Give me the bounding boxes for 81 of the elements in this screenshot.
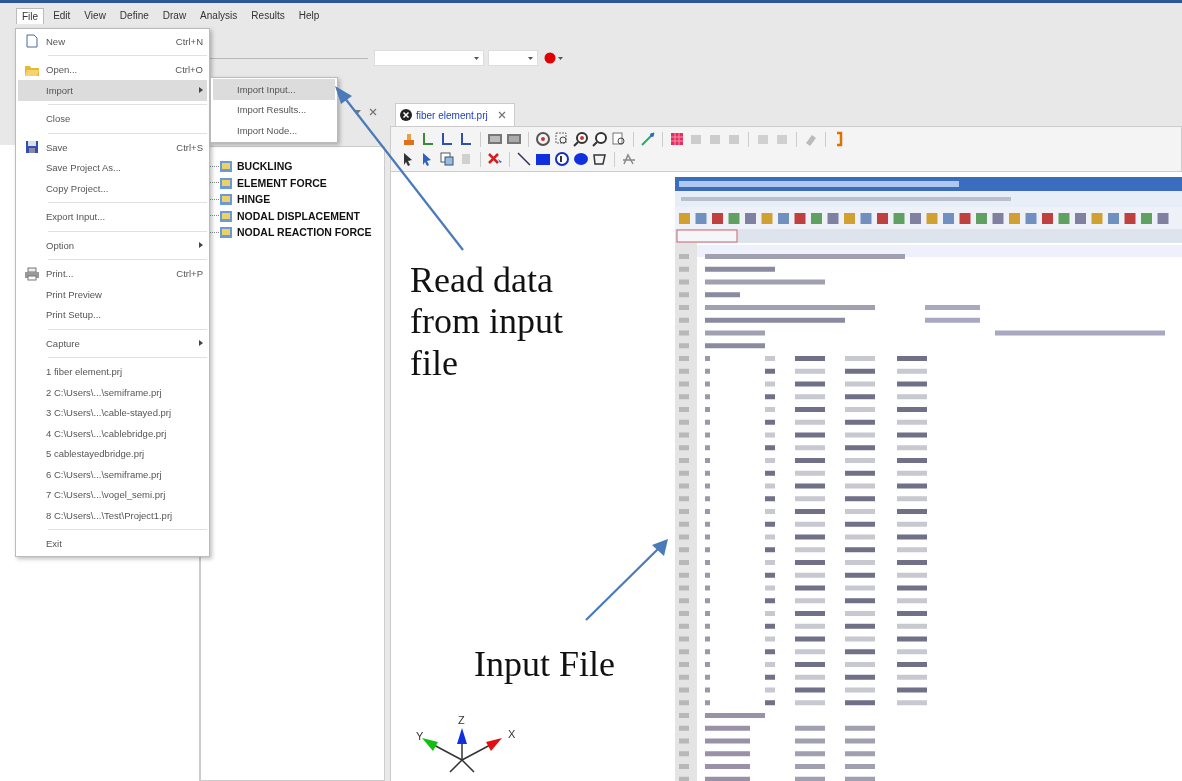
folder-icon — [219, 225, 233, 240]
menu-item[interactable]: Exit — [18, 533, 207, 554]
menu-item[interactable]: Save Ctrl+S — [18, 137, 207, 158]
menu-item[interactable]: 8 C:\Users\...\Test\Project1.prj — [18, 505, 207, 526]
node-icon[interactable] — [621, 151, 637, 167]
menu-item[interactable]: Save Project As... — [18, 157, 207, 178]
menu-item[interactable]: New Ctrl+N — [18, 31, 207, 52]
color-picker[interactable] — [542, 50, 565, 66]
menu-item[interactable]: Option — [18, 235, 207, 256]
menu-item[interactable]: Results — [246, 8, 290, 24]
menu-item[interactable]: 1 fiber element.prj — [18, 361, 207, 382]
menu-item[interactable]: Print Setup... — [18, 304, 207, 325]
menu-item[interactable]: Import Results... — [213, 99, 335, 120]
polygon-icon[interactable] — [592, 151, 608, 167]
annotation-text: Input File — [474, 644, 615, 686]
zoom-box-icon[interactable] — [554, 131, 570, 147]
folder-icon — [219, 208, 233, 223]
menu-item[interactable]: Draw — [157, 8, 192, 24]
menu-item[interactable]: Open... Ctrl+O — [18, 59, 207, 80]
tree-item[interactable]: ELEMENT FORCE — [237, 176, 327, 189]
menu-item[interactable]: View — [79, 8, 111, 24]
menu-item[interactable]: File — [16, 8, 45, 24]
monitor-icon[interactable] — [506, 131, 522, 147]
axis-label: X — [508, 728, 516, 740]
menu-item[interactable]: Analysis — [195, 8, 243, 24]
menu-item[interactable]: Copy Project... — [18, 178, 207, 199]
menu-item[interactable]: Define — [114, 8, 154, 24]
printer-icon — [24, 266, 40, 281]
grid-icon[interactable] — [669, 131, 685, 147]
line-icon[interactable] — [516, 151, 532, 167]
caret-icon — [528, 56, 533, 60]
tree-item[interactable]: NODAL REACTION FORCE — [237, 226, 372, 239]
menu-item[interactable]: 3 C:\Users\...\cable-stayed.prj — [18, 402, 207, 423]
rotate-icon[interactable] — [535, 131, 551, 147]
tree-item[interactable]: HINGE — [237, 193, 271, 206]
axis-icon[interactable] — [458, 131, 474, 147]
menu-item[interactable]: Print... Ctrl+P — [18, 263, 207, 284]
tree-item[interactable]: NODAL DISPLACEMENT — [237, 209, 360, 222]
close-icon[interactable] — [497, 111, 506, 119]
folder-icon — [219, 192, 233, 207]
copy-icon[interactable] — [439, 151, 455, 167]
dropdown-arrow-icon[interactable] — [354, 110, 361, 114]
menu-item[interactable]: 4 C:\Users\...\cablebridge.prj — [18, 423, 207, 444]
menu-item[interactable]: Close — [18, 108, 207, 129]
tree-item[interactable]: BUCKLING — [237, 160, 293, 173]
menu-item[interactable]: Edit — [48, 8, 76, 24]
close-icon[interactable] — [369, 108, 377, 116]
menu-item[interactable]: 5 cablestayedbridge.prj — [18, 443, 207, 464]
axis-label: Z — [458, 714, 465, 726]
submenu-arrow-icon — [199, 87, 203, 94]
zoom-page-icon[interactable] — [611, 131, 627, 147]
close-circle-icon[interactable] — [400, 109, 412, 121]
menu-item[interactable]: Capture — [18, 333, 207, 354]
caret-icon — [558, 56, 563, 60]
axis-label: Y — [416, 730, 424, 742]
zoom-in-icon[interactable] — [573, 131, 589, 147]
color-dot-icon — [544, 52, 556, 64]
ellipse-icon[interactable] — [573, 151, 589, 167]
document-icon — [25, 34, 39, 49]
menu-item[interactable]: Help — [293, 8, 325, 24]
caret-icon — [474, 56, 479, 60]
folder-icon — [219, 159, 233, 174]
menu-item[interactable]: 2 C:\Users\...\semiframe.prj — [18, 382, 207, 403]
zoom-out-icon[interactable] — [592, 131, 608, 147]
menu-item[interactable]: Import — [18, 80, 207, 101]
circle-icon[interactable] — [554, 151, 570, 167]
menu-item[interactable]: 7 C:\Users\...\vogel_semi.prj — [18, 484, 207, 505]
submenu-arrow-icon — [199, 340, 203, 347]
rectangle-icon[interactable] — [535, 151, 551, 167]
submenu-arrow-icon — [199, 242, 203, 249]
document-tab[interactable]: fiber element.prj — [395, 103, 515, 126]
monitor-icon[interactable] — [487, 131, 503, 147]
menu-item[interactable]: Import Node... — [213, 120, 335, 141]
menu-item[interactable]: 6 C:\Users\...\semiframe.prj — [18, 464, 207, 485]
menu-item[interactable]: Export Input... — [18, 206, 207, 227]
folder-icon — [219, 175, 233, 190]
axis-icon[interactable] — [439, 131, 455, 147]
menu-item[interactable]: Import Input... — [213, 79, 335, 100]
menu-item[interactable]: Print Preview — [18, 284, 207, 305]
annotation-text: Read data from input file — [410, 260, 564, 385]
axis-icon[interactable] — [420, 131, 436, 147]
